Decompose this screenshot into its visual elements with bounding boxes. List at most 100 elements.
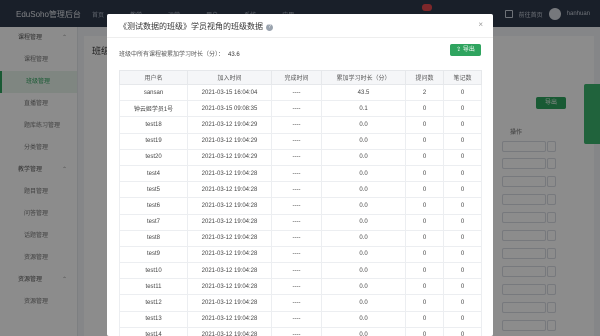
column-header: 用户名 bbox=[119, 70, 188, 85]
cell-study-time: 0.0 bbox=[321, 262, 406, 280]
column-header: 提问数 bbox=[405, 70, 444, 85]
cell-questions: 0 bbox=[405, 116, 444, 134]
cell-username: sansan bbox=[119, 83, 188, 102]
modal-title: 《测试数据的班级》学员视角的班级数据? bbox=[119, 21, 273, 32]
table-row: test5 2021-03-12 19:04:28 ---- 0.0 0 0 bbox=[119, 181, 482, 199]
cell-study-time: 43.5 bbox=[321, 83, 406, 102]
table-row: test4 2021-03-12 19:04:28 ---- 0.0 0 0 bbox=[119, 164, 482, 183]
cell-complete-time: ---- bbox=[271, 100, 322, 118]
cell-join-time: 2021-03-12 19:04:28 bbox=[187, 326, 272, 336]
cell-study-time: 0.0 bbox=[321, 148, 406, 166]
cell-username: test7 bbox=[119, 213, 188, 231]
table-row: test7 2021-03-12 19:04:28 ---- 0.0 0 0 bbox=[119, 213, 482, 231]
cell-join-time: 2021-03-15 16:04:04 bbox=[187, 83, 272, 102]
table-header-row: 用户名 加入时间 完成时间 累加学习时长（分） 提问数 笔记数 bbox=[119, 70, 482, 85]
cell-join-time: 2021-03-12 19:04:28 bbox=[187, 262, 272, 280]
column-header: 笔记数 bbox=[443, 70, 482, 85]
cell-questions: 0 bbox=[405, 326, 444, 336]
cell-username: test8 bbox=[119, 229, 188, 247]
cell-complete-time: ---- bbox=[271, 245, 322, 264]
cell-study-time: 0.0 bbox=[321, 229, 406, 247]
table-row: test9 2021-03-12 19:04:28 ---- 0.0 0 0 bbox=[119, 245, 482, 264]
cell-join-time: 2021-03-12 19:04:29 bbox=[187, 116, 272, 134]
cell-notes: 0 bbox=[443, 164, 482, 183]
table-row: test14 2021-03-12 19:04:28 ---- 0.0 0 0 bbox=[119, 326, 482, 336]
student-data-table: 用户名 加入时间 完成时间 累加学习时长（分） 提问数 笔记数 sansan 20… bbox=[119, 70, 482, 336]
cell-questions: 2 bbox=[405, 83, 444, 102]
help-icon[interactable]: ? bbox=[266, 24, 273, 31]
class-data-modal: 《测试数据的班级》学员视角的班级数据? × 班级中所有课程被累加学习时长（分）：… bbox=[107, 14, 493, 336]
cell-study-time: 0.0 bbox=[321, 197, 406, 215]
cell-username: 钟云姬学员1号 bbox=[119, 100, 188, 118]
cell-notes: 0 bbox=[443, 197, 482, 215]
cell-questions: 0 bbox=[405, 197, 444, 215]
cell-study-time: 0.0 bbox=[321, 310, 406, 328]
cell-username: test6 bbox=[119, 197, 188, 215]
cell-join-time: 2021-03-12 19:04:29 bbox=[187, 132, 272, 150]
cell-username: test20 bbox=[119, 148, 188, 166]
cell-join-time: 2021-03-12 19:04:28 bbox=[187, 278, 272, 296]
cell-username: test4 bbox=[119, 164, 188, 183]
table-row: test10 2021-03-12 19:04:28 ---- 0.0 0 0 bbox=[119, 262, 482, 280]
cell-questions: 0 bbox=[405, 310, 444, 328]
cell-notes: 0 bbox=[443, 229, 482, 247]
cell-join-time: 2021-03-12 19:04:28 bbox=[187, 181, 272, 199]
export-icon: ⇪ bbox=[456, 47, 463, 53]
cell-username: test18 bbox=[119, 116, 188, 134]
cell-username: test9 bbox=[119, 245, 188, 264]
close-icon[interactable]: × bbox=[478, 20, 483, 29]
cell-username: test12 bbox=[119, 294, 188, 312]
cell-notes: 0 bbox=[443, 83, 482, 102]
table-row: test11 2021-03-12 19:04:28 ---- 0.0 0 0 bbox=[119, 278, 482, 296]
table-row: test19 2021-03-12 19:04:29 ---- 0.0 0 0 bbox=[119, 132, 482, 150]
export-button[interactable]: ⇪ 导出 bbox=[450, 44, 481, 56]
cell-join-time: 2021-03-15 09:08:35 bbox=[187, 100, 272, 118]
cell-complete-time: ---- bbox=[271, 294, 322, 312]
cell-study-time: 0.0 bbox=[321, 326, 406, 336]
table-row: sansan 2021-03-15 16:04:04 ---- 43.5 2 0 bbox=[119, 83, 482, 102]
column-header: 加入时间 bbox=[187, 70, 272, 85]
cell-complete-time: ---- bbox=[271, 148, 322, 166]
cell-notes: 0 bbox=[443, 278, 482, 296]
column-header: 累加学习时长（分） bbox=[321, 70, 406, 85]
cell-questions: 0 bbox=[405, 229, 444, 247]
cell-join-time: 2021-03-12 19:04:28 bbox=[187, 164, 272, 183]
cell-join-time: 2021-03-12 19:04:28 bbox=[187, 294, 272, 312]
table-row: test12 2021-03-12 19:04:28 ---- 0.0 0 0 bbox=[119, 294, 482, 312]
cell-study-time: 0.0 bbox=[321, 278, 406, 296]
cell-questions: 0 bbox=[405, 148, 444, 166]
cell-complete-time: ---- bbox=[271, 181, 322, 199]
cell-complete-time: ---- bbox=[271, 229, 322, 247]
table-row: test20 2021-03-12 19:04:29 ---- 0.0 0 0 bbox=[119, 148, 482, 166]
cell-study-time: 0.0 bbox=[321, 116, 406, 134]
cell-complete-time: ---- bbox=[271, 164, 322, 183]
cell-complete-time: ---- bbox=[271, 262, 322, 280]
cell-study-time: 0.0 bbox=[321, 294, 406, 312]
summary-value: 43.6 bbox=[228, 52, 240, 58]
cell-join-time: 2021-03-12 19:04:28 bbox=[187, 229, 272, 247]
table-row: test8 2021-03-12 19:04:28 ---- 0.0 0 0 bbox=[119, 229, 482, 247]
cell-complete-time: ---- bbox=[271, 83, 322, 102]
cell-study-time: 0.1 bbox=[321, 100, 406, 118]
cell-join-time: 2021-03-12 19:04:29 bbox=[187, 148, 272, 166]
cell-username: test14 bbox=[119, 326, 188, 336]
cell-join-time: 2021-03-12 19:04:28 bbox=[187, 245, 272, 264]
cell-questions: 0 bbox=[405, 164, 444, 183]
cell-complete-time: ---- bbox=[271, 132, 322, 150]
cell-notes: 0 bbox=[443, 213, 482, 231]
modal-header: 《测试数据的班级》学员视角的班级数据? × bbox=[107, 14, 493, 38]
cell-questions: 0 bbox=[405, 245, 444, 264]
table-row: test13 2021-03-12 19:04:28 ---- 0.0 0 0 bbox=[119, 310, 482, 328]
cell-complete-time: ---- bbox=[271, 278, 322, 296]
cell-notes: 0 bbox=[443, 326, 482, 336]
cell-questions: 0 bbox=[405, 262, 444, 280]
modal-title-text: 《测试数据的班级》学员视角的班级数据 bbox=[119, 22, 263, 31]
cell-study-time: 0.0 bbox=[321, 245, 406, 264]
cell-notes: 0 bbox=[443, 310, 482, 328]
cell-notes: 0 bbox=[443, 148, 482, 166]
table-row: test6 2021-03-12 19:04:28 ---- 0.0 0 0 bbox=[119, 197, 482, 215]
cell-study-time: 0.0 bbox=[321, 164, 406, 183]
cell-username: test10 bbox=[119, 262, 188, 280]
cell-notes: 0 bbox=[443, 116, 482, 134]
cell-study-time: 0.0 bbox=[321, 132, 406, 150]
